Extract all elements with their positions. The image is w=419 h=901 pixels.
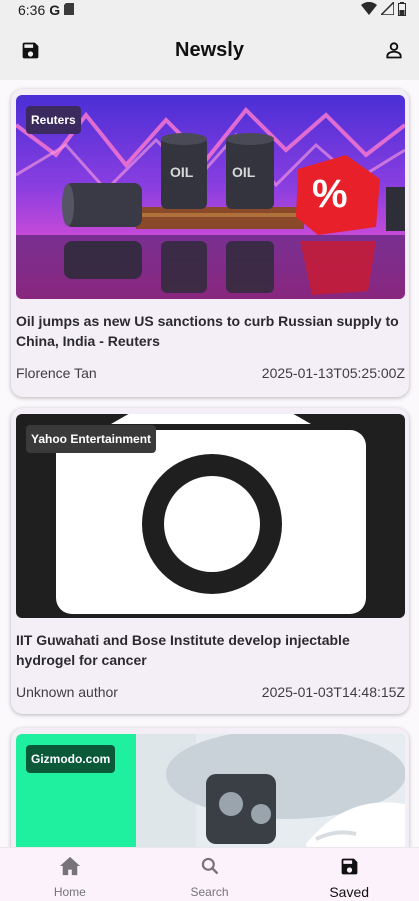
status-right — [361, 0, 406, 19]
svg-text:%: % — [312, 172, 348, 216]
article-date: 2025-01-03T14:48:15Z — [261, 684, 405, 700]
nav-label-saved: Saved — [329, 884, 370, 900]
wifi-icon — [361, 1, 377, 18]
nav-label-home: Home — [53, 885, 86, 899]
article-image: OIL OIL % Reuters — [16, 95, 405, 299]
svg-text:OIL: OIL — [232, 164, 256, 180]
article-list[interactable]: OIL OIL % Reuters Oil jumps as new US sa… — [0, 80, 419, 847]
status-time: 6:36 — [18, 2, 46, 18]
sd-card-icon — [64, 2, 75, 18]
article-card[interactable]: OIL OIL % Reuters Oil jumps as new US sa… — [11, 89, 409, 397]
page-title: Newsly — [175, 38, 244, 61]
svg-text:OIL: OIL — [170, 164, 194, 180]
nav-home[interactable]: Home — [0, 848, 140, 901]
nav-label-search: Search — [190, 885, 229, 899]
article-title[interactable]: IIT Guwahati and Bose Institute develop … — [16, 630, 401, 670]
article-image: Gizmodo.com — [16, 734, 405, 847]
nav-saved[interactable]: Saved — [279, 848, 419, 901]
person-icon[interactable] — [382, 38, 406, 62]
article-title[interactable]: Oil jumps as new US sanctions to curb Ru… — [16, 311, 401, 351]
nav-search[interactable]: Search — [140, 848, 280, 901]
source-badge: Yahoo Entertainment — [26, 425, 157, 453]
article-image: Yahoo Entertainment — [16, 414, 405, 618]
app-bar: Newsly — [0, 20, 419, 80]
save-icon[interactable] — [18, 38, 42, 62]
article-card[interactable]: Yahoo Entertainment IIT Guwahati and Bos… — [11, 408, 409, 714]
signal-icon — [379, 0, 395, 18]
save-icon — [339, 856, 360, 882]
status-bar: 6:36 G — [0, 0, 419, 20]
source-badge: Reuters — [26, 106, 81, 134]
battery-icon — [398, 1, 406, 19]
home-icon — [59, 856, 81, 881]
search-icon — [200, 856, 220, 881]
article-author: Unknown author — [16, 684, 118, 700]
source-badge: Gizmodo.com — [26, 745, 116, 773]
status-left: 6:36 G — [18, 2, 75, 18]
google-icon: G — [49, 2, 61, 18]
article-card[interactable]: Gizmodo.com — [11, 728, 409, 847]
bottom-navigation: Home Search Saved — [0, 847, 419, 901]
article-date: 2025-01-13T05:25:00Z — [261, 365, 405, 381]
article-author: Florence Tan — [16, 365, 97, 381]
